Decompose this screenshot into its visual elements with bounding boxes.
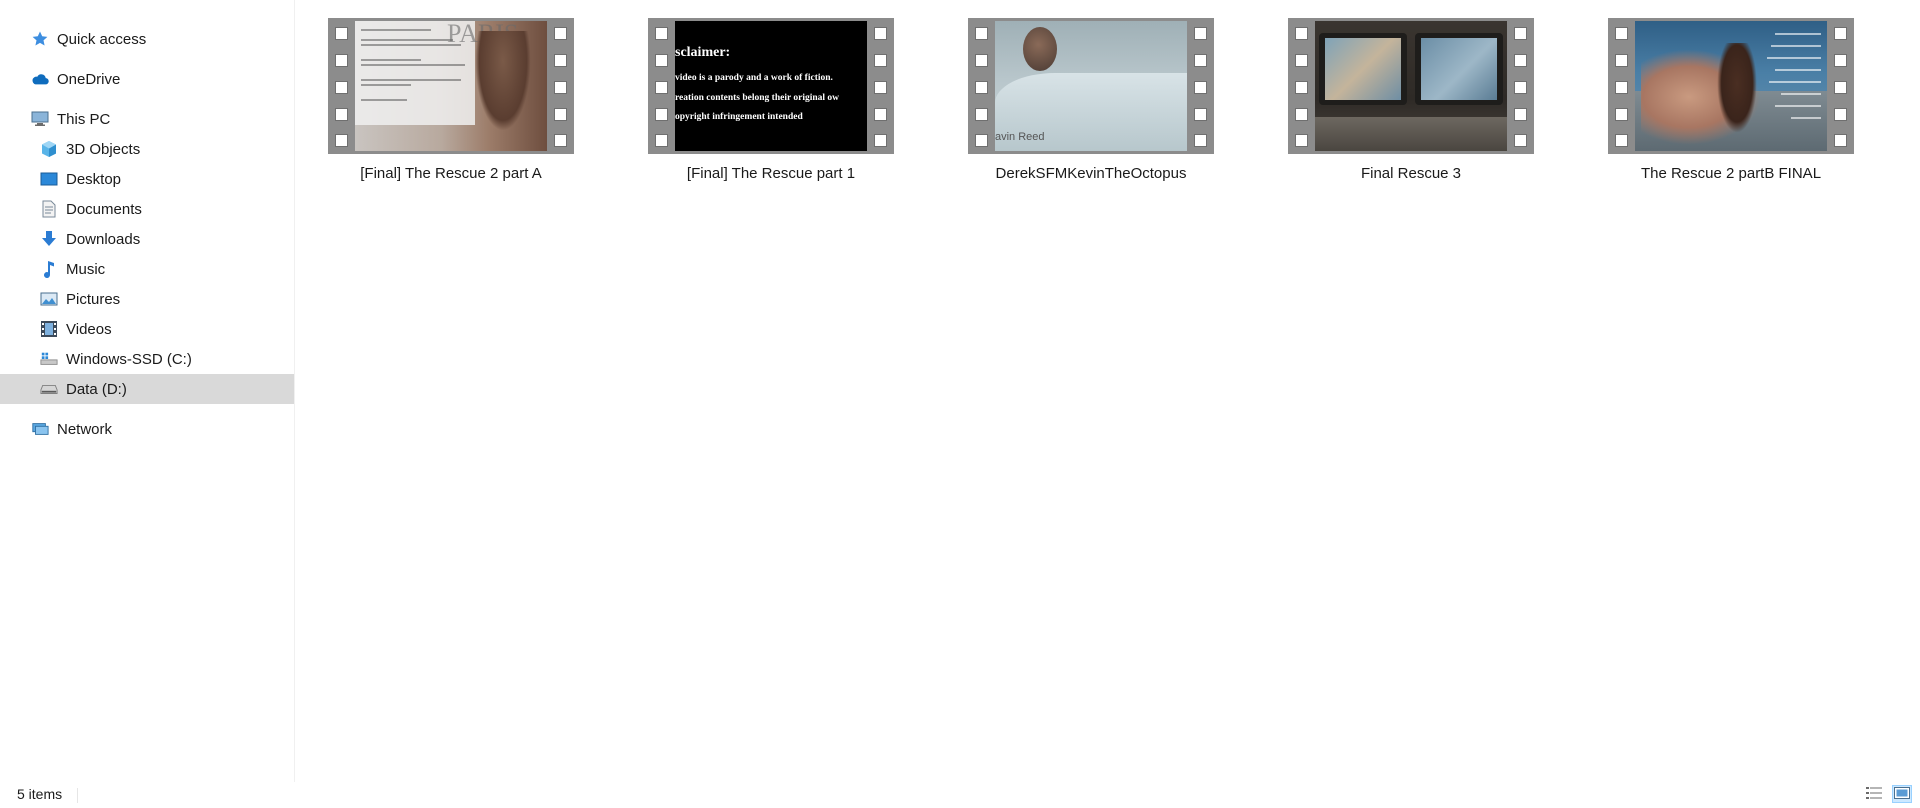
- sidebar-item-label: Pictures: [66, 290, 121, 308]
- sidebar-item-label: Network: [57, 420, 113, 438]
- video-thumbnail: avin Reed: [968, 18, 1214, 154]
- file-name: Final Rescue 3: [1360, 165, 1462, 182]
- file-item[interactable]: sclaimer: video is a parody and a work o…: [648, 18, 894, 182]
- file-item[interactable]: avin Reed DerekSFMKevinTheOctopus: [968, 18, 1214, 182]
- sidebar-item-desktop[interactable]: Desktop: [0, 164, 294, 194]
- thumb-overlay-text: reation contents belong their original o…: [675, 93, 840, 103]
- sidebar-item-label: Documents: [66, 200, 142, 218]
- sidebar-item-label: Quick access: [57, 30, 147, 48]
- sidebar-item-label: 3D Objects: [66, 140, 141, 158]
- sidebar-item-3d-objects[interactable]: 3D Objects: [0, 134, 294, 164]
- sidebar-item-quick-access[interactable]: Quick access: [0, 24, 294, 54]
- document-icon: [40, 200, 58, 218]
- file-name: [Final] The Rescue part 1: [686, 165, 856, 182]
- details-view-icon: [1866, 786, 1882, 802]
- download-arrow-icon: [40, 230, 58, 248]
- sidebar-item-label: Data (D:): [66, 380, 127, 398]
- cloud-icon: [31, 70, 49, 88]
- pictures-icon: [40, 290, 58, 308]
- network-icon: [31, 420, 49, 438]
- large-icons-view-icon: [1894, 786, 1910, 802]
- sidebar-item-this-pc[interactable]: This PC: [0, 104, 294, 134]
- navigation-pane[interactable]: Quick access OneDrive This PC 3D Objects: [0, 0, 295, 782]
- sidebar-item-music[interactable]: Music: [0, 254, 294, 284]
- sidebar-item-label: Desktop: [66, 170, 122, 188]
- computer-icon: [31, 110, 49, 128]
- video-thumbnail: [1288, 18, 1534, 154]
- sidebar-item-label: This PC: [57, 110, 111, 128]
- details-view-button[interactable]: [1864, 785, 1884, 803]
- file-item[interactable]: The Rescue 2 partB FINAL: [1608, 18, 1854, 182]
- item-count: 5 items: [17, 786, 63, 802]
- status-bar: 5 items: [0, 782, 1920, 808]
- large-icons-view-button[interactable]: [1892, 785, 1912, 803]
- sidebar-item-data-drive[interactable]: Data (D:): [0, 374, 294, 404]
- sidebar-item-network[interactable]: Network: [0, 414, 294, 444]
- star-icon: [31, 30, 49, 48]
- sidebar-item-label: Videos: [66, 320, 112, 338]
- file-item[interactable]: PARIS [Final] The Rescue 2 part A: [328, 18, 574, 182]
- sidebar-item-label: Music: [66, 260, 106, 278]
- thumb-overlay-text: avin Reed: [995, 131, 1045, 143]
- file-name: DerekSFMKevinTheOctopus: [995, 165, 1187, 182]
- thumb-overlay-text: video is a parody and a work of fiction.: [675, 73, 833, 83]
- sidebar-item-label: Windows-SSD (C:): [66, 350, 192, 368]
- sidebar-item-label: Downloads: [66, 230, 141, 248]
- sidebar-item-pictures[interactable]: Pictures: [0, 284, 294, 314]
- file-name: [Final] The Rescue 2 part A: [360, 165, 542, 182]
- drive-icon: [40, 380, 58, 398]
- video-thumbnail: PARIS: [328, 18, 574, 154]
- sidebar-item-label: OneDrive: [57, 70, 121, 88]
- sidebar-item-onedrive[interactable]: OneDrive: [0, 64, 294, 94]
- file-name: The Rescue 2 partB FINAL: [1640, 165, 1822, 182]
- windows-drive-icon: [40, 350, 58, 368]
- desktop-icon: [40, 170, 58, 188]
- file-item[interactable]: Final Rescue 3: [1288, 18, 1534, 182]
- sidebar-item-videos[interactable]: Videos: [0, 314, 294, 344]
- sidebar-item-downloads[interactable]: Downloads: [0, 224, 294, 254]
- status-divider: [77, 788, 78, 803]
- film-strip-icon: [40, 320, 58, 338]
- cube-icon: [40, 140, 58, 158]
- thumb-overlay-text: sclaimer:: [675, 45, 731, 60]
- thumb-overlay-text: opyright infringement intended: [675, 112, 803, 122]
- music-note-icon: [40, 260, 58, 278]
- file-explorer-window: Quick access OneDrive This PC 3D Objects: [0, 0, 1920, 808]
- sidebar-item-windows-ssd[interactable]: Windows-SSD (C:): [0, 344, 294, 374]
- video-thumbnail: [1608, 18, 1854, 154]
- video-thumbnail: sclaimer: video is a parody and a work o…: [648, 18, 894, 154]
- file-list: PARIS [Final] The Rescue 2 part A sclaim…: [296, 0, 1920, 782]
- sidebar-item-documents[interactable]: Documents: [0, 194, 294, 224]
